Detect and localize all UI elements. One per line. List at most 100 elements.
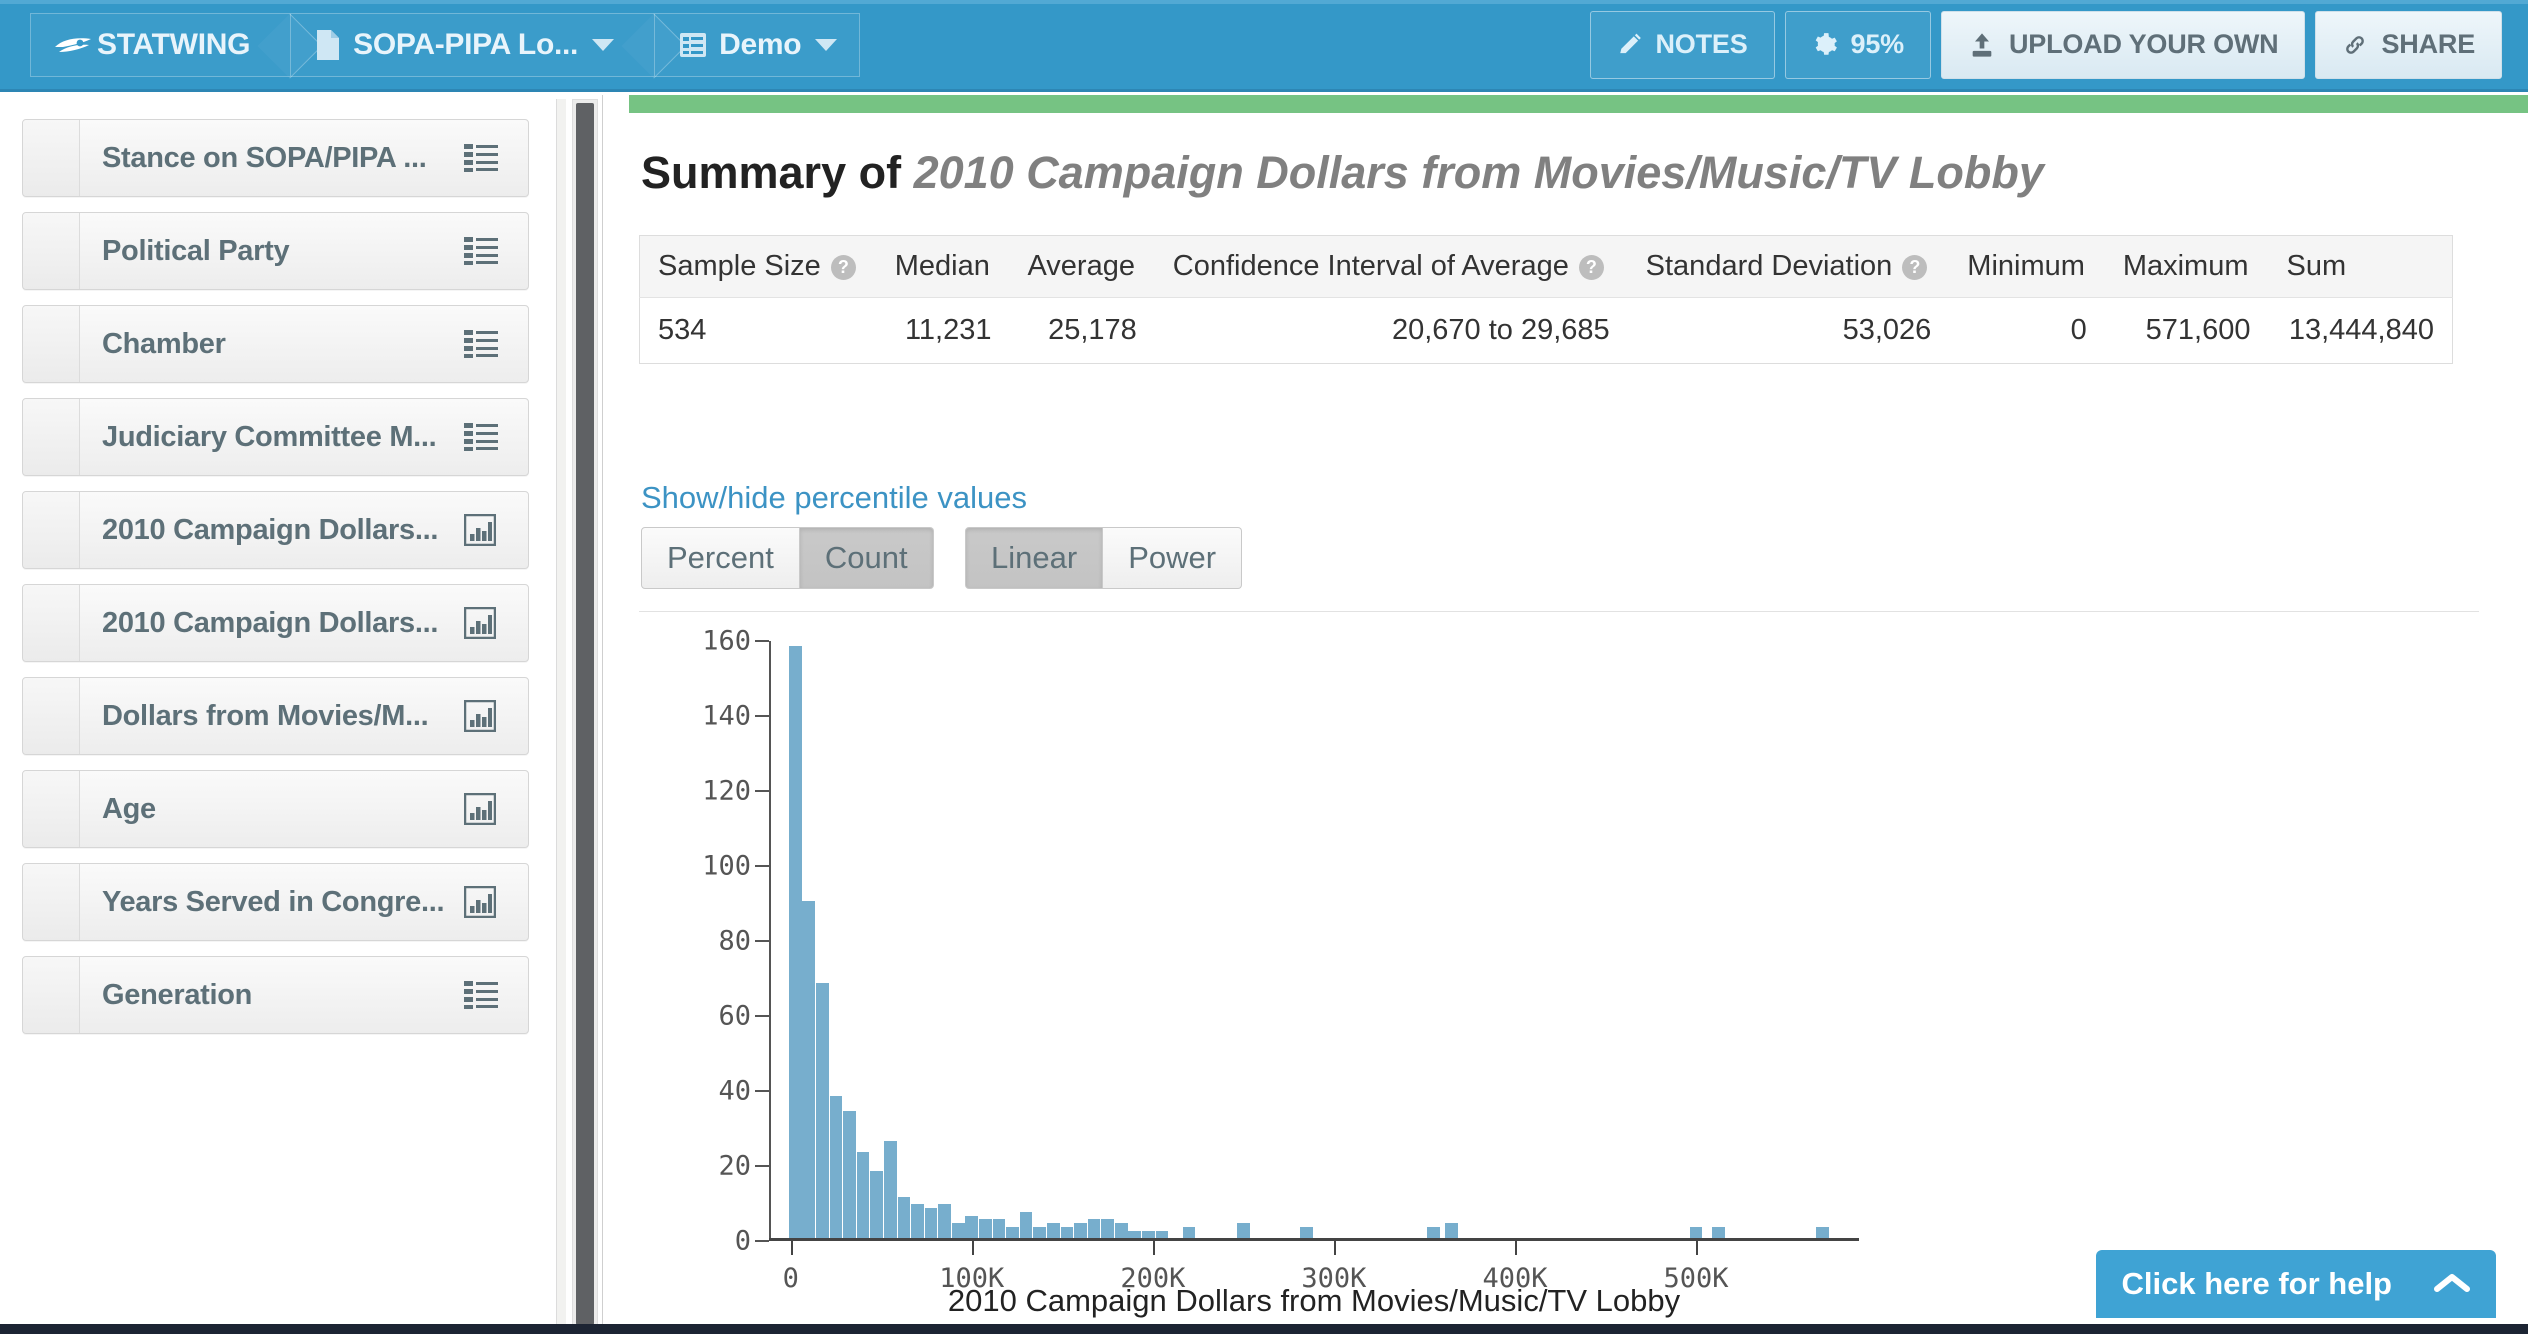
y-axis-tick-mark-0 [755,1240,769,1242]
share-label: SHARE [2381,29,2475,59]
sidebar-item-0[interactable]: Stance on SOPA/PIPA ... [22,119,529,197]
toggle-scale-mode-1[interactable]: Power [1103,527,1243,589]
sidebar-item-handle[interactable] [23,213,80,289]
histogram-bar-26[interactable] [1141,1230,1155,1238]
status-accent-bar [629,95,2528,113]
histogram-bar-38[interactable] [1689,1226,1703,1238]
column-header-label: Confidence Interval of Average [1172,250,1569,282]
list-icon [464,236,528,266]
chevron-down-icon[interactable] [592,38,615,51]
notes-button[interactable]: NOTES [1589,10,1775,79]
sidebar-item-handle[interactable] [23,492,80,568]
x-axis-tick-mark-1 [971,1241,974,1255]
breadcrumb-view-label: Demo [719,27,802,61]
histogram-bar-9[interactable] [911,1204,924,1238]
breadcrumb-brand[interactable]: STATWING [30,12,291,77]
histogram-bar-33[interactable] [1237,1223,1250,1238]
histogram-bar-22[interactable] [1087,1219,1101,1238]
histogram-bar-14[interactable] [979,1219,992,1238]
column-header-4: Standard Deviation? [1627,235,1950,298]
sidebar-item-handle[interactable] [23,771,80,847]
vertical-scrollbar-thumb[interactable] [576,103,594,1325]
histogram-bar-20[interactable] [1060,1226,1074,1238]
sidebar-item-handle[interactable] [23,678,80,754]
histogram-bar-40[interactable] [1816,1226,1830,1238]
histogram-bar-29[interactable] [1182,1226,1196,1238]
column-header-3: Confidence Interval of Average? [1154,235,1628,298]
histogram-bar-2[interactable] [816,983,829,1238]
document-icon [315,29,341,61]
y-axis-tick-label-5: 100 [702,850,751,882]
histogram-bar-12[interactable] [951,1223,965,1238]
histogram-bar-17[interactable] [1019,1211,1033,1238]
help-tooltip-icon[interactable]: ? [830,255,856,280]
confidence-level-button[interactable]: 95% [1784,10,1931,79]
sidebar-item-5[interactable]: 2010 Campaign Dollars... [22,584,529,662]
sidebar-item-handle[interactable] [23,120,80,196]
histogram-bar-35[interactable] [1300,1226,1314,1238]
y-axis-line [769,641,771,1241]
histogram-bar-37[interactable] [1445,1223,1458,1238]
list-view-icon [679,32,707,58]
help-button[interactable]: Click here for help [2095,1250,2496,1318]
histogram-bar-23[interactable] [1101,1219,1114,1238]
help-tooltip-icon[interactable]: ? [1902,255,1928,280]
histogram-bar-6[interactable] [870,1170,884,1238]
sidebar-item-label: 2010 Campaign Dollars... [102,606,439,639]
column-header-6: Maximum [2104,235,2269,298]
histogram-bar-27[interactable] [1155,1230,1169,1238]
toggle-scale-mode-0[interactable]: Linear [965,527,1104,589]
bar-chart-icon [464,514,528,546]
upload-label: UPLOAD YOUR OWN [2008,29,2279,59]
sidebar-item-handle[interactable] [23,306,80,382]
histogram-bar-15[interactable] [992,1219,1006,1238]
histogram-bar-13[interactable] [965,1215,979,1238]
sidebar-item-4[interactable]: 2010 Campaign Dollars... [22,491,529,569]
share-button[interactable]: SHARE [2315,10,2502,79]
help-tooltip-icon[interactable]: ? [1578,255,1604,280]
histogram-bar-7[interactable] [883,1140,897,1238]
sidebar-item-3[interactable]: Judiciary Committee M... [22,398,529,476]
histogram-bar-11[interactable] [938,1204,951,1238]
histogram-bar-0[interactable] [788,645,802,1238]
histogram-bar-21[interactable] [1074,1223,1087,1238]
bar-chart-icon [464,700,528,732]
cell-4: 53,026 [1627,297,1950,364]
toggle-value-mode-0[interactable]: Percent [641,527,800,589]
sidebar-item-6[interactable]: Dollars from Movies/M... [22,677,529,755]
toggle-value-mode-1[interactable]: Count [799,527,934,589]
breadcrumb-item-dataset[interactable]: SOPA-PIPA Lo... [290,12,655,77]
sidebar-item-1[interactable]: Political Party [22,212,529,290]
sidebar-item-9[interactable]: Generation [22,956,529,1034]
sidebar-item-7[interactable]: Age [22,770,529,848]
scale-mode-toggle-group: Linear Power [965,527,1243,589]
histogram-bar-5[interactable] [856,1151,870,1238]
histogram-bar-25[interactable] [1128,1230,1142,1238]
sidebar-item-handle[interactable] [23,957,80,1033]
link-icon [2342,32,2368,58]
sidebar-item-handle[interactable] [23,585,80,661]
histogram-bar-16[interactable] [1006,1226,1019,1238]
histogram-bar-19[interactable] [1046,1223,1060,1238]
show-hide-percentile-values-link[interactable]: Show/hide percentile values [641,480,1027,516]
histogram-bar-24[interactable] [1114,1223,1128,1238]
upload-your-own-button[interactable]: UPLOAD YOUR OWN [1940,10,2306,79]
sidebar-item-handle[interactable] [23,864,80,940]
histogram-bar-39[interactable] [1712,1226,1725,1238]
sidebar-item-handle[interactable] [23,399,80,475]
histogram-bar-36[interactable] [1427,1226,1440,1238]
histogram-bar-4[interactable] [843,1110,856,1238]
histogram-bar-10[interactable] [924,1208,938,1238]
breadcrumb-item-view[interactable]: Demo [654,12,861,77]
chevron-down-icon[interactable] [815,38,838,51]
histogram-bar-8[interactable] [897,1196,911,1238]
sidebar-item-label: Age [102,792,156,825]
breadcrumb-dataset-label: SOPA-PIPA Lo... [353,27,579,61]
histogram-bar-1[interactable] [802,900,816,1238]
help-button-label: Click here for help [2121,1266,2392,1301]
histogram-bar-18[interactable] [1033,1226,1047,1238]
sidebar-item-8[interactable]: Years Served in Congre... [22,863,529,941]
sidebar-item-2[interactable]: Chamber [22,305,529,383]
value-mode-toggle-group: Percent Count [641,527,934,589]
histogram-bar-3[interactable] [829,1095,843,1238]
